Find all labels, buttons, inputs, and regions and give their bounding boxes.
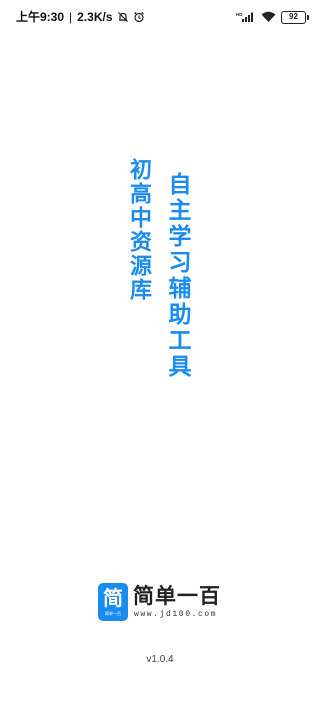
hd-signal-icon: HD <box>236 8 256 27</box>
app-logo: 简 简单一百 简单一百 www.jd100.com <box>98 583 232 623</box>
alarm-icon <box>133 11 145 23</box>
slogan-right: 自主学习辅助工具 <box>164 172 190 380</box>
status-time: 上午9:30 <box>16 10 65 24</box>
logo-icon-char: 简 <box>103 586 123 610</box>
logo-url: www.jd100.com <box>134 610 218 619</box>
status-left: 上午9:30 | 2.3K/s <box>16 8 145 25</box>
status-separator: | <box>69 9 73 24</box>
network-speed: 2.3K/s <box>77 9 113 24</box>
logo-title: 简单一百 <box>133 584 221 608</box>
status-right: HD 92 <box>236 8 309 27</box>
battery-icon: 92 <box>281 11 309 24</box>
version-label: v1.0.4 <box>146 654 174 665</box>
status-bar: 上午9:30 | 2.3K/s HD 92 <box>0 0 320 30</box>
mute-bell-icon <box>117 11 129 23</box>
wifi-icon <box>261 8 276 27</box>
hd-label: HD <box>236 12 243 17</box>
battery-level: 92 <box>289 12 298 21</box>
slogan-left: 初高中资源库 <box>126 158 151 302</box>
logo-icon-subtext: 简单一百 <box>105 611 121 616</box>
logo-icon: 简 简单一百 <box>98 583 128 621</box>
